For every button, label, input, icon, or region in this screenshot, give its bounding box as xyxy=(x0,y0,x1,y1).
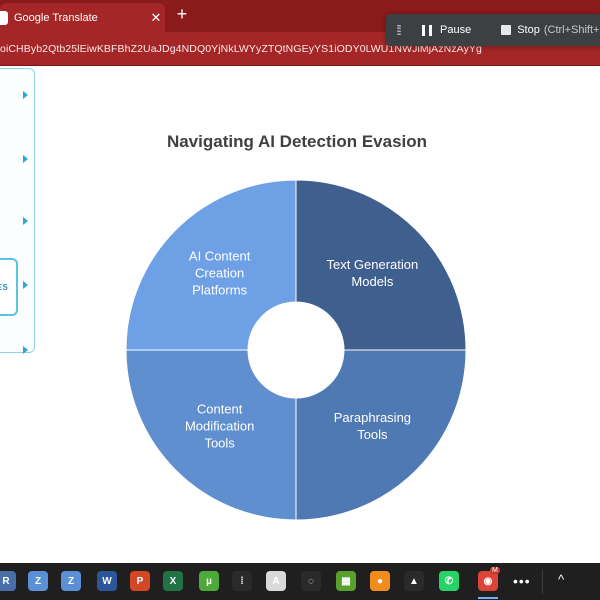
pie-slice-label: AI Content Creation Platforms xyxy=(189,249,251,298)
tray-caret-icon[interactable]: ^ xyxy=(558,572,564,587)
pause-label: Pause xyxy=(440,24,472,36)
pause-icon xyxy=(422,24,432,36)
donut-chart: Text Generation ModelsParaphrasing ToolsCo… xyxy=(125,179,467,521)
more-apps-icon[interactable]: ••• xyxy=(513,573,531,589)
stop-label: Stop xyxy=(517,24,540,36)
orange-app-icon[interactable]: ● xyxy=(370,571,390,591)
app-r-icon[interactable]: R xyxy=(0,571,16,591)
recording-controls: ⁞⁞ Pause Stop (Ctrl+Shift+ xyxy=(386,14,600,46)
new-tab-button[interactable]: + xyxy=(172,4,192,25)
zoom-icon-2[interactable]: Z xyxy=(61,571,81,591)
tab-favicon-icon xyxy=(0,10,8,25)
active-app-indicator xyxy=(478,597,498,599)
pause-button[interactable]: Pause xyxy=(422,24,471,36)
powerpoint-icon[interactable]: P xyxy=(130,571,150,591)
word-icon[interactable]: W xyxy=(97,571,117,591)
drag-handle-icon[interactable]: ⁞⁞ xyxy=(386,22,410,38)
chrome-profile-badge: M xyxy=(490,567,500,574)
tab-close-icon[interactable]: ✕ xyxy=(147,10,165,26)
chrome-icon[interactable]: ◉ xyxy=(478,571,498,591)
whatsapp-icon[interactable]: ✆ xyxy=(439,571,459,591)
taskbar-separator xyxy=(542,569,543,594)
browser-tab[interactable]: Google Translate ✕ xyxy=(0,3,165,32)
tab-title: Google Translate xyxy=(14,11,98,24)
app-grid-icon[interactable]: ⁞ xyxy=(232,571,252,591)
stop-icon xyxy=(501,25,512,35)
vlc-icon[interactable]: ▲ xyxy=(404,571,424,591)
utorrent-icon[interactable]: µ xyxy=(199,571,219,591)
taskbar: ••• ^ R Z Z W P Xµ ⁞ A ◌ ▦ ● ▲ ✆ ◉ M xyxy=(0,563,600,600)
zoom-icon-1[interactable]: Z xyxy=(28,571,48,591)
stop-button[interactable]: Stop (Ctrl+Shift+ xyxy=(501,24,599,36)
excel-icon[interactable]: X xyxy=(163,571,183,591)
pdf-icon[interactable]: A xyxy=(266,571,286,591)
page-canvas: YLES Navigating AI Detection Evasion Tex… xyxy=(0,66,600,563)
stop-shortcut-hint: (Ctrl+Shift+ xyxy=(543,24,600,36)
chart-app-icon[interactable]: ▦ xyxy=(336,571,356,591)
refresh-circle-icon[interactable]: ◌ xyxy=(301,571,321,591)
